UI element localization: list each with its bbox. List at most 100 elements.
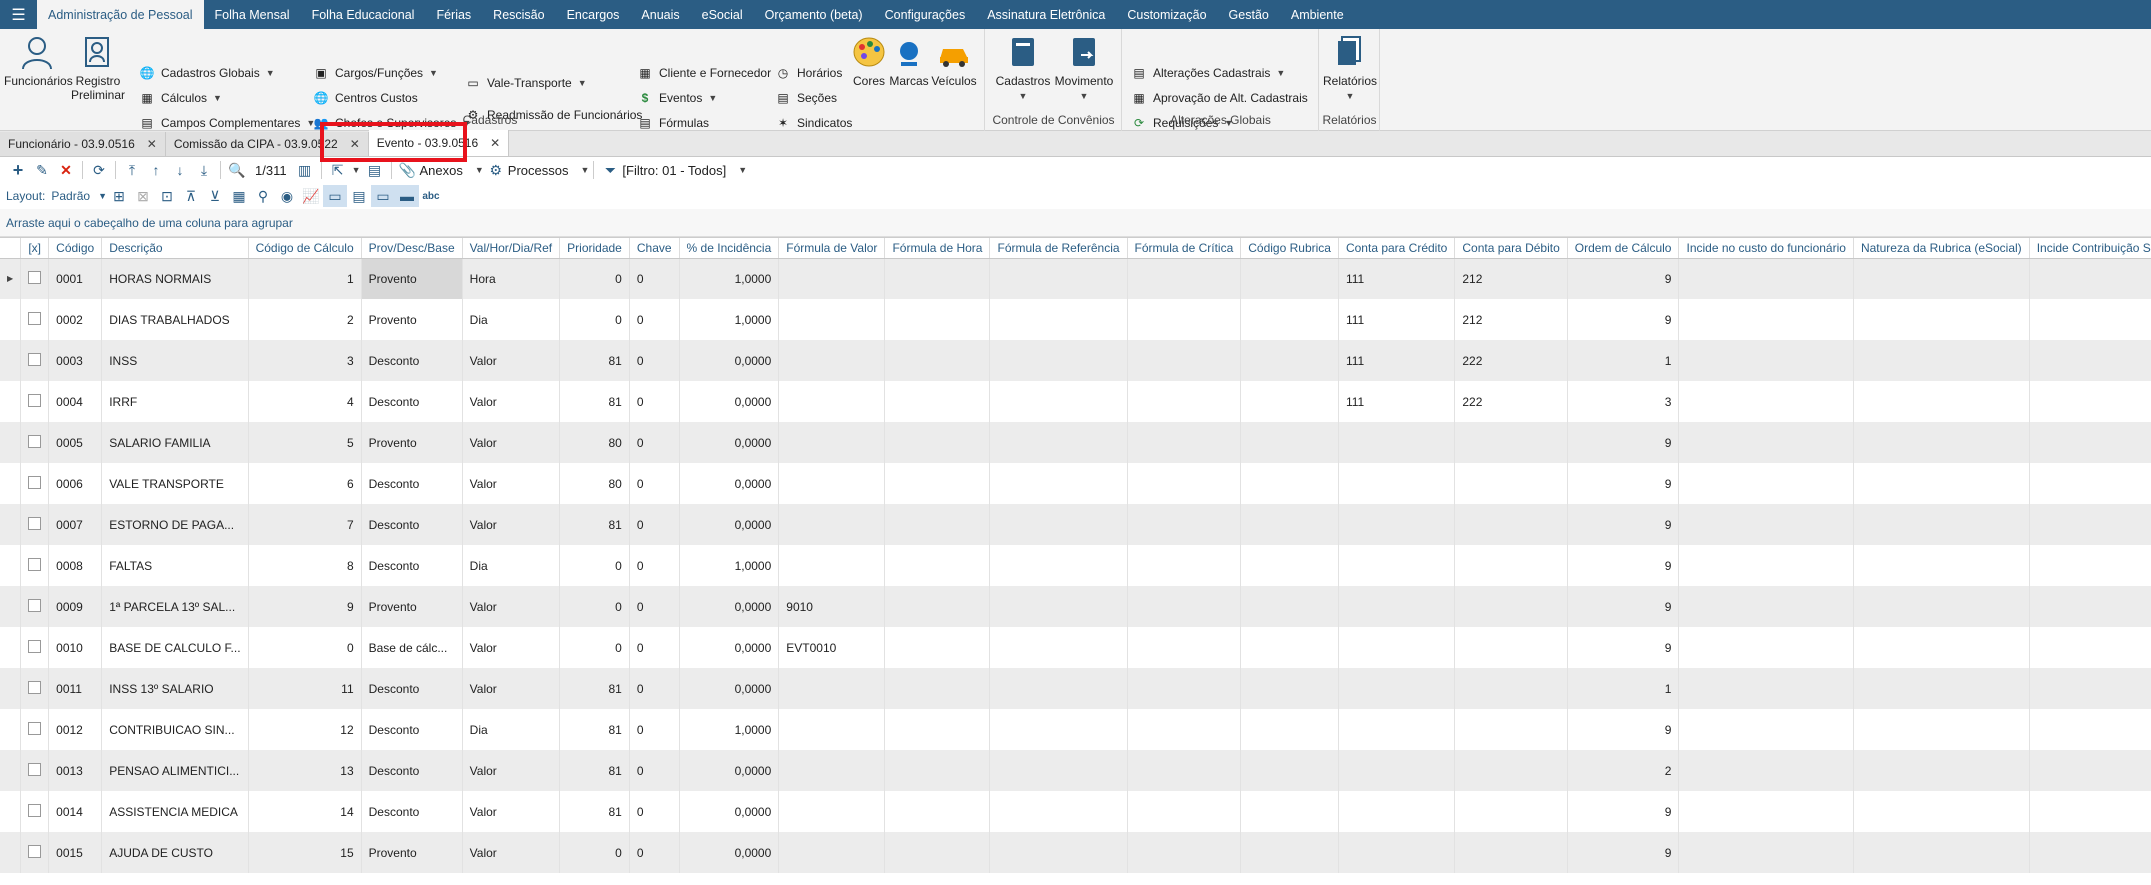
table-cell[interactable] [1853,504,2030,545]
add-icon[interactable]: + [6,159,30,181]
table-cell[interactable] [1454,832,1568,873]
table-cell[interactable] [1853,627,2030,668]
table-cell[interactable]: Valor [462,586,561,627]
table-cell[interactable] [1127,668,1242,709]
table-cell[interactable]: 81 [559,381,630,422]
table-cell[interactable]: Desconto [361,504,463,545]
table-cell[interactable] [1127,258,1242,299]
table-cell[interactable]: Provento [361,258,463,299]
table-cell[interactable]: 0002 [48,299,103,340]
table-cell[interactable] [1678,504,1854,545]
table-cell[interactable] [1240,545,1339,586]
table-cell[interactable] [1127,627,1242,668]
table-row[interactable]: 0007 ESTORNO DE PAGA... 7 Desconto Valor 81 0 0… [0,504,2151,545]
table-cell[interactable]: 15 [248,832,362,873]
table-cell[interactable] [1127,750,1242,791]
row-checkbox[interactable] [28,721,42,735]
menu-item[interactable]: Configurações [874,0,977,29]
table-cell[interactable] [778,668,886,709]
filter-selector[interactable]: [Filtro: 01 - Todos] [622,163,726,178]
table-cell[interactable] [1338,586,1456,627]
table-cell[interactable] [1853,750,2030,791]
centros-custos-button[interactable]: 🌐 Centros Custos [313,90,418,106]
menu-item[interactable]: eSocial [691,0,754,29]
table-cell[interactable] [1853,340,2030,381]
table-cell[interactable] [1240,340,1339,381]
table-cell[interactable]: 212 [1454,299,1568,340]
table-cell[interactable] [1338,627,1456,668]
table-cell[interactable]: 1,0000 [679,299,780,340]
table-cell[interactable]: 0,0000 [679,381,780,422]
table-cell[interactable]: 0 [629,709,680,750]
relatorios-button[interactable]: Relatórios ▼ [1322,35,1378,103]
table-cell[interactable]: 3 [248,340,362,381]
alteracoes-cadastrais-button[interactable]: ▤ Alterações Cadastrais ▼ [1131,65,1285,81]
cores-button[interactable]: Cores [850,35,888,88]
table-cell[interactable] [1454,750,1568,791]
table-cell[interactable]: HORAS NORMAIS [101,258,249,299]
table-cell[interactable]: 1,0000 [679,545,780,586]
table-cell[interactable]: 111 [1338,258,1456,299]
table-cell[interactable]: 0 [629,545,680,586]
table-cell[interactable]: Desconto [361,545,463,586]
sindicatos-button[interactable]: ✶ Sindicatos [775,115,852,131]
table-cell[interactable] [1127,545,1242,586]
table-cell[interactable] [989,299,1128,340]
table-cell[interactable]: 9 [1567,586,1680,627]
column-header[interactable]: Incide Contribuição Sindical [2029,238,2151,259]
table-cell[interactable]: DIAS TRABALHADOS [101,299,249,340]
table-cell[interactable]: 222 [1454,340,1568,381]
chevron-down-icon[interactable]: ▼ [352,165,361,175]
table-cell[interactable]: 111 [1338,381,1456,422]
table-cell[interactable]: 0 [629,586,680,627]
table-cell[interactable] [1240,750,1339,791]
filter-icon[interactable]: ⏷ [598,159,622,181]
menu-item[interactable]: Assinatura Eletrônica [976,0,1116,29]
table-cell[interactable]: 14 [248,791,362,832]
table-cell[interactable] [1678,668,1854,709]
table-cell[interactable] [884,627,991,668]
table-cell[interactable]: 0,0000 [679,504,780,545]
marcas-button[interactable]: Marcas [889,35,929,88]
table-cell[interactable]: 8 [248,545,362,586]
table-cell[interactable] [2029,340,2151,381]
table-cell[interactable] [1338,791,1456,832]
table-cell[interactable] [1338,545,1456,586]
table-cell[interactable]: Desconto [361,791,463,832]
table-cell[interactable]: 9 [1567,463,1680,504]
table-cell[interactable]: 0 [559,586,630,627]
table-row[interactable]: ▶ 0001 HORAS NORMAIS 1 Provento Hora 0 0 1,0000 1… [0,258,2151,299]
table-cell[interactable]: 12 [248,709,362,750]
column-header[interactable]: Chave [629,238,680,259]
table-cell[interactable] [1853,381,2030,422]
table-cell[interactable]: Valor [462,627,561,668]
table-cell[interactable] [1678,750,1854,791]
column-header[interactable]: Código Rubrica [1240,238,1339,259]
table-cell[interactable]: 5 [248,422,362,463]
table-cell[interactable]: 0013 [48,750,103,791]
processos-button[interactable]: Processos [508,163,569,178]
table-cell[interactable] [1454,545,1568,586]
table-cell[interactable]: Desconto [361,463,463,504]
table-cell[interactable]: 9 [248,586,362,627]
column-header[interactable]: Fórmula de Crítica [1127,238,1242,259]
table-cell[interactable]: 1ª PARCELA 13º SAL... [101,586,249,627]
table-cell[interactable] [1454,504,1568,545]
table-cell[interactable]: 0 [629,422,680,463]
table-cell[interactable] [1338,832,1456,873]
table-cell[interactable] [1454,586,1568,627]
table-cell[interactable] [1454,668,1568,709]
table-cell[interactable] [1240,791,1339,832]
doc-tab-comissao-cipa[interactable]: Comissão da CIPA - 03.9.0522 ✕ [165,132,369,156]
column-header[interactable]: Fórmula de Hora [884,238,991,259]
table-cell[interactable] [778,299,886,340]
table-cell[interactable] [2029,750,2151,791]
table-cell[interactable]: 0 [248,627,362,668]
table-cell[interactable]: 0 [629,463,680,504]
table-cell[interactable] [884,832,991,873]
table-row[interactable]: 0013 PENSAO ALIMENTICI... 13 Desconto Valor 8… [0,750,2151,791]
table-cell[interactable]: 81 [559,750,630,791]
table-cell[interactable]: 0007 [48,504,103,545]
table-cell[interactable]: 0,0000 [679,627,780,668]
table-cell[interactable] [1678,545,1854,586]
